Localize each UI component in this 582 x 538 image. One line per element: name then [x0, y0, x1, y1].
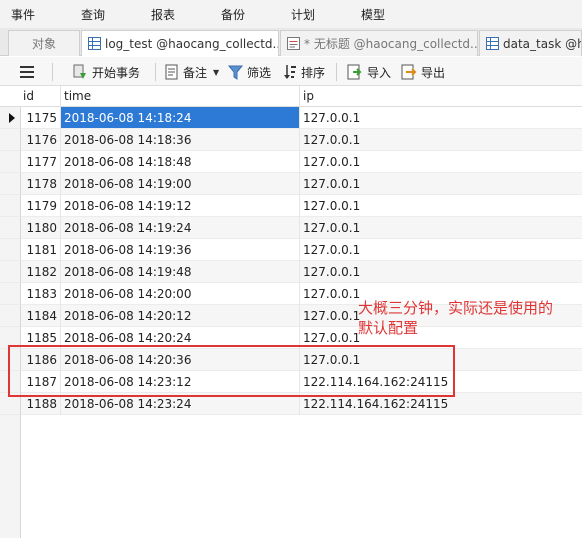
menu-button[interactable]: [20, 62, 38, 82]
tab-label: 对象: [31, 37, 56, 51]
table-row[interactable]: 1182 2018-06-08 14:19:48 127.0.0.1: [0, 261, 582, 283]
tab-data-task[interactable]: data_task @h: [479, 30, 582, 56]
grid-header: id time ip: [0, 86, 582, 107]
memo-label: 备注: [183, 65, 208, 80]
sort-label: 排序: [301, 65, 326, 80]
memo-button[interactable]: 备注 ▼: [165, 62, 219, 82]
import-icon: [347, 64, 362, 80]
transaction-icon: [73, 64, 86, 79]
import-label: 导入: [367, 65, 392, 80]
filter-button[interactable]: 筛选: [228, 62, 271, 82]
cell-time[interactable]: 2018-06-08 14:19:12: [61, 195, 300, 217]
table-icon: [486, 37, 499, 50]
toolbar-item-reports[interactable]: 报表: [151, 6, 175, 23]
cell-ip[interactable]: 127.0.0.1: [300, 261, 582, 283]
row-selector[interactable]: [0, 129, 21, 151]
row-selector[interactable]: [0, 283, 21, 305]
export-icon: [401, 64, 417, 80]
sort-button[interactable]: 排序: [283, 62, 325, 82]
toolbar-separator: [336, 63, 337, 81]
tab-log-test[interactable]: log_test @haocang_collectd...: [81, 30, 279, 56]
filter-label: 筛选: [247, 65, 272, 80]
cell-id[interactable]: 1180: [21, 217, 61, 239]
cell-id[interactable]: 1181: [21, 239, 61, 261]
annotation-highlight-box: [8, 345, 455, 397]
sort-icon: [284, 65, 296, 79]
cell-ip[interactable]: 127.0.0.1: [300, 195, 582, 217]
begin-transaction-button[interactable]: 开始事务: [72, 62, 140, 82]
table-row[interactable]: 1178 2018-06-08 14:19:00 127.0.0.1: [0, 173, 582, 195]
cell-id[interactable]: 1176: [21, 129, 61, 151]
cell-id[interactable]: 1183: [21, 283, 61, 305]
tab-label: * 无标题 @haocang_collectd...: [304, 37, 478, 51]
table-row[interactable]: 1180 2018-06-08 14:19:24 127.0.0.1: [0, 217, 582, 239]
row-selector[interactable]: [0, 261, 21, 283]
main-toolbar: 事件 查询 报表 备份 计划 模型: [0, 0, 582, 28]
current-row-arrow-icon: [9, 113, 15, 123]
column-header-id[interactable]: id: [0, 86, 61, 107]
tab-untitled-query[interactable]: * 无标题 @haocang_collectd...: [280, 30, 478, 56]
export-label: 导出: [421, 65, 446, 80]
table-row[interactable]: 1179 2018-06-08 14:19:12 127.0.0.1: [0, 195, 582, 217]
cell-time[interactable]: 2018-06-08 14:18:36: [61, 129, 300, 151]
column-header-ip[interactable]: ip: [300, 86, 582, 107]
cell-id[interactable]: 1178: [21, 173, 61, 195]
toolbar-separator: [52, 63, 53, 81]
table-icon: [88, 37, 101, 50]
cell-time[interactable]: 2018-06-08 14:19:48: [61, 261, 300, 283]
row-selector[interactable]: [0, 173, 21, 195]
cell-time[interactable]: 2018-06-08 14:19:24: [61, 217, 300, 239]
toolbar-separator: [155, 63, 156, 81]
chevron-down-icon[interactable]: ▼: [213, 68, 219, 77]
row-selector[interactable]: [0, 217, 21, 239]
row-selector[interactable]: [0, 195, 21, 217]
toolbar-item-schedule[interactable]: 计划: [291, 6, 315, 23]
cell-time[interactable]: 2018-06-08 14:18:24: [61, 107, 300, 129]
cell-ip[interactable]: 127.0.0.1: [300, 217, 582, 239]
toolbar-item-events[interactable]: 事件: [11, 6, 35, 23]
row-selector[interactable]: [0, 151, 21, 173]
cell-time[interactable]: 2018-06-08 14:20:12: [61, 305, 300, 327]
import-button[interactable]: 导入: [347, 62, 391, 82]
table-action-toolbar: 开始事务 备注 ▼ 筛选 排序 导入 导出: [0, 57, 582, 86]
hamburger-icon: [20, 66, 34, 78]
cell-id[interactable]: 1179: [21, 195, 61, 217]
filter-icon: [228, 65, 243, 80]
cell-id[interactable]: 1182: [21, 261, 61, 283]
table-row[interactable]: 1181 2018-06-08 14:19:36 127.0.0.1: [0, 239, 582, 261]
cell-id[interactable]: 1177: [21, 151, 61, 173]
row-selector[interactable]: [0, 107, 21, 129]
memo-icon: [165, 64, 178, 80]
cell-time[interactable]: 2018-06-08 14:19:36: [61, 239, 300, 261]
cell-time[interactable]: 2018-06-08 14:19:00: [61, 173, 300, 195]
toolbar-item-model[interactable]: 模型: [361, 6, 385, 23]
query-icon: [287, 37, 300, 50]
toolbar-item-backup[interactable]: 备份: [221, 6, 245, 23]
cell-ip[interactable]: 127.0.0.1: [300, 173, 582, 195]
export-button[interactable]: 导出: [401, 62, 445, 82]
table-row[interactable]: 1176 2018-06-08 14:18:36 127.0.0.1: [0, 129, 582, 151]
cell-ip[interactable]: 127.0.0.1: [300, 129, 582, 151]
column-header-time[interactable]: time: [61, 86, 300, 107]
cell-id[interactable]: 1175: [21, 107, 61, 129]
tab-label: log_test @haocang_collectd...: [105, 36, 279, 51]
row-selector[interactable]: [0, 305, 21, 327]
cell-time[interactable]: 2018-06-08 14:18:48: [61, 151, 300, 173]
tab-label: data_task @h: [503, 36, 582, 51]
table-row[interactable]: 1175 2018-06-08 14:18:24 127.0.0.1: [0, 107, 582, 129]
row-selector[interactable]: [0, 239, 21, 261]
annotation-line-1: 大概三分钟，实际还是使用的: [358, 299, 554, 317]
cell-ip[interactable]: 127.0.0.1: [300, 239, 582, 261]
cell-ip[interactable]: 127.0.0.1: [300, 151, 582, 173]
tab-bar: 对象 log_test @haocang_collectd... * 无标题 @…: [0, 28, 582, 56]
toolbar-item-query[interactable]: 查询: [81, 6, 105, 23]
cell-id[interactable]: 1184: [21, 305, 61, 327]
cell-ip[interactable]: 127.0.0.1: [300, 107, 582, 129]
tab-objects[interactable]: 对象: [8, 30, 80, 56]
annotation-line-2: 默认配置: [358, 319, 419, 337]
table-row[interactable]: 1177 2018-06-08 14:18:48 127.0.0.1: [0, 151, 582, 173]
cell-time[interactable]: 2018-06-08 14:20:00: [61, 283, 300, 305]
begin-transaction-label: 开始事务: [92, 65, 141, 80]
annotation-text: 大概三分钟，实际还是使用的 默认配置: [358, 298, 580, 338]
